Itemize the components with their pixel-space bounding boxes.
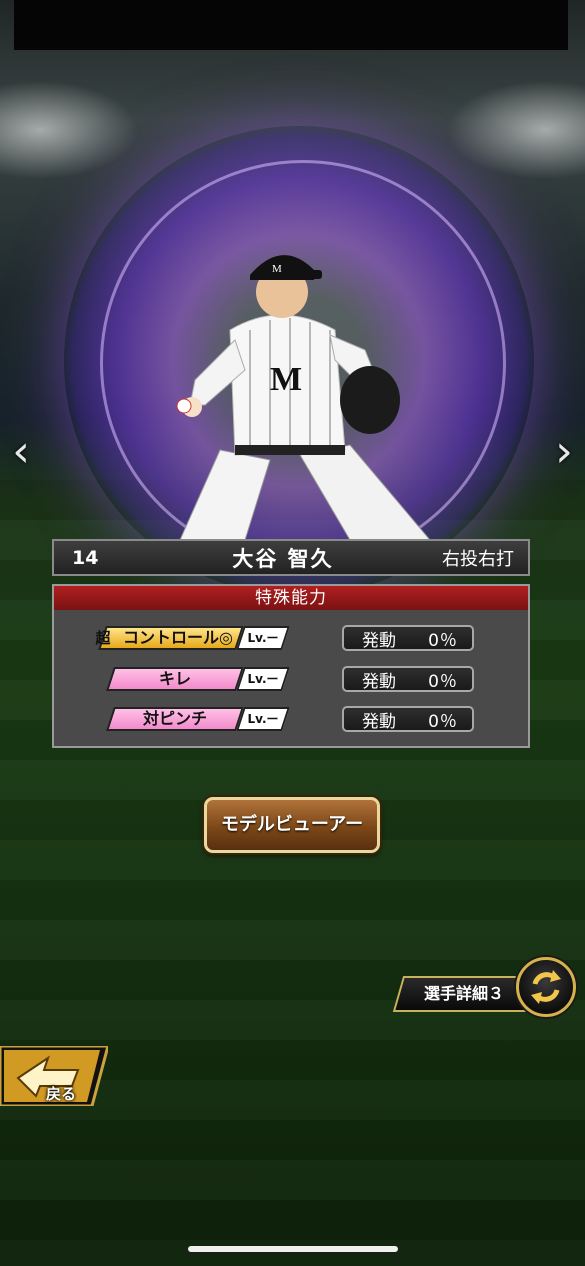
ability-level: Lv.ー [247, 672, 279, 686]
back-label: 戻る [46, 1085, 77, 1103]
ability-name: キレ [158, 669, 191, 688]
chevron-left-icon[interactable]: ‹ [4, 430, 38, 474]
player-detail-button[interactable]: 選手詳細３ [404, 976, 524, 1012]
home-indicator [188, 1246, 398, 1252]
top-bar [14, 0, 568, 50]
handedness: 右投右打 [442, 548, 514, 570]
ability-name: コントロール◎ [123, 628, 233, 647]
player-illustration: M M [176, 255, 431, 540]
activation-value: 0％ [428, 671, 458, 692]
swap-arrows-icon[interactable] [516, 957, 576, 1017]
activation-stat: 発動 0％ [342, 666, 474, 692]
player-name-bar: 14 大谷 智久 右投右打 [52, 539, 530, 576]
activation-stat: 発動 0％ [342, 706, 474, 732]
svg-text:M: M [272, 263, 282, 275]
super-ability-mark: 超 [95, 629, 111, 647]
model-viewer-button[interactable]: モデルビューアー [204, 797, 380, 853]
ability-level: Lv.ー [247, 712, 279, 726]
special-abilities-header: 特殊能力 [54, 586, 528, 610]
special-abilities-panel: 特殊能力 超 コントロール◎ Lv.ー 発動 0％ キレ Lv.ー 発動 0％ … [52, 584, 530, 748]
uniform-number: 14 [72, 546, 99, 569]
activation-stat: 発動 0％ [342, 625, 474, 651]
activation-value: 0％ [428, 711, 458, 732]
activation-label: 発動 [362, 711, 396, 732]
activation-label: 発動 [362, 671, 396, 692]
ability-level: Lv.ー [247, 631, 279, 645]
ability-row[interactable]: キレ Lv.ー 発動 0％ [54, 666, 528, 694]
activation-label: 発動 [362, 630, 396, 651]
activation-value: 0％ [428, 630, 458, 651]
ability-row[interactable]: 超 コントロール◎ Lv.ー 発動 0％ [54, 625, 528, 653]
ability-row[interactable]: 対ピンチ Lv.ー 発動 0％ [54, 706, 528, 734]
svg-text:M: M [270, 361, 302, 398]
chevron-right-icon[interactable]: › [547, 430, 581, 474]
ability-name: 対ピンチ [142, 709, 207, 728]
player-name: 大谷 智久 [232, 546, 334, 571]
